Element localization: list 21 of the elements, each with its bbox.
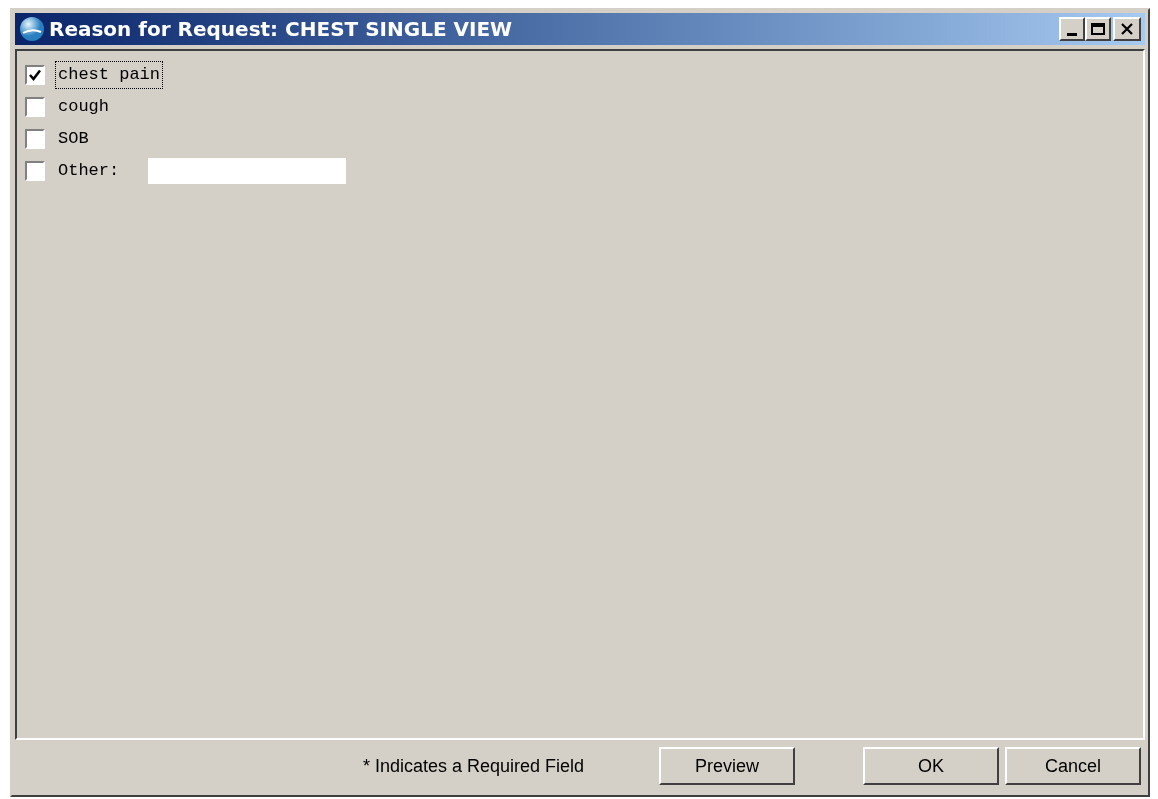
window-title: Reason for Request: CHEST SINGLE VIEW — [49, 16, 514, 43]
checkbox[interactable] — [25, 97, 45, 117]
maximize-icon — [1091, 23, 1105, 35]
globe-icon — [19, 16, 45, 42]
checkbox[interactable] — [25, 161, 45, 181]
required-field-note: * Indicates a Required Field — [363, 754, 586, 778]
checkbox[interactable] — [25, 65, 45, 85]
other-input-field[interactable] — [148, 158, 347, 184]
close-icon — [1120, 23, 1134, 35]
checkbox-label[interactable]: SOB — [55, 125, 92, 153]
minimize-button[interactable] — [1059, 17, 1085, 41]
cancel-button[interactable]: Cancel — [1005, 747, 1141, 785]
minimize-icon — [1067, 33, 1077, 36]
close-button[interactable] — [1113, 17, 1141, 41]
checkbox-label[interactable]: Other: — [55, 157, 123, 185]
maximize-button[interactable] — [1085, 17, 1111, 41]
checkbox[interactable] — [25, 129, 45, 149]
ok-button[interactable]: OK — [863, 747, 999, 785]
checkbox-label[interactable]: cough — [55, 93, 112, 121]
preview-button[interactable]: Preview — [659, 747, 795, 785]
checkbox-label[interactable]: chest pain — [55, 61, 164, 89]
